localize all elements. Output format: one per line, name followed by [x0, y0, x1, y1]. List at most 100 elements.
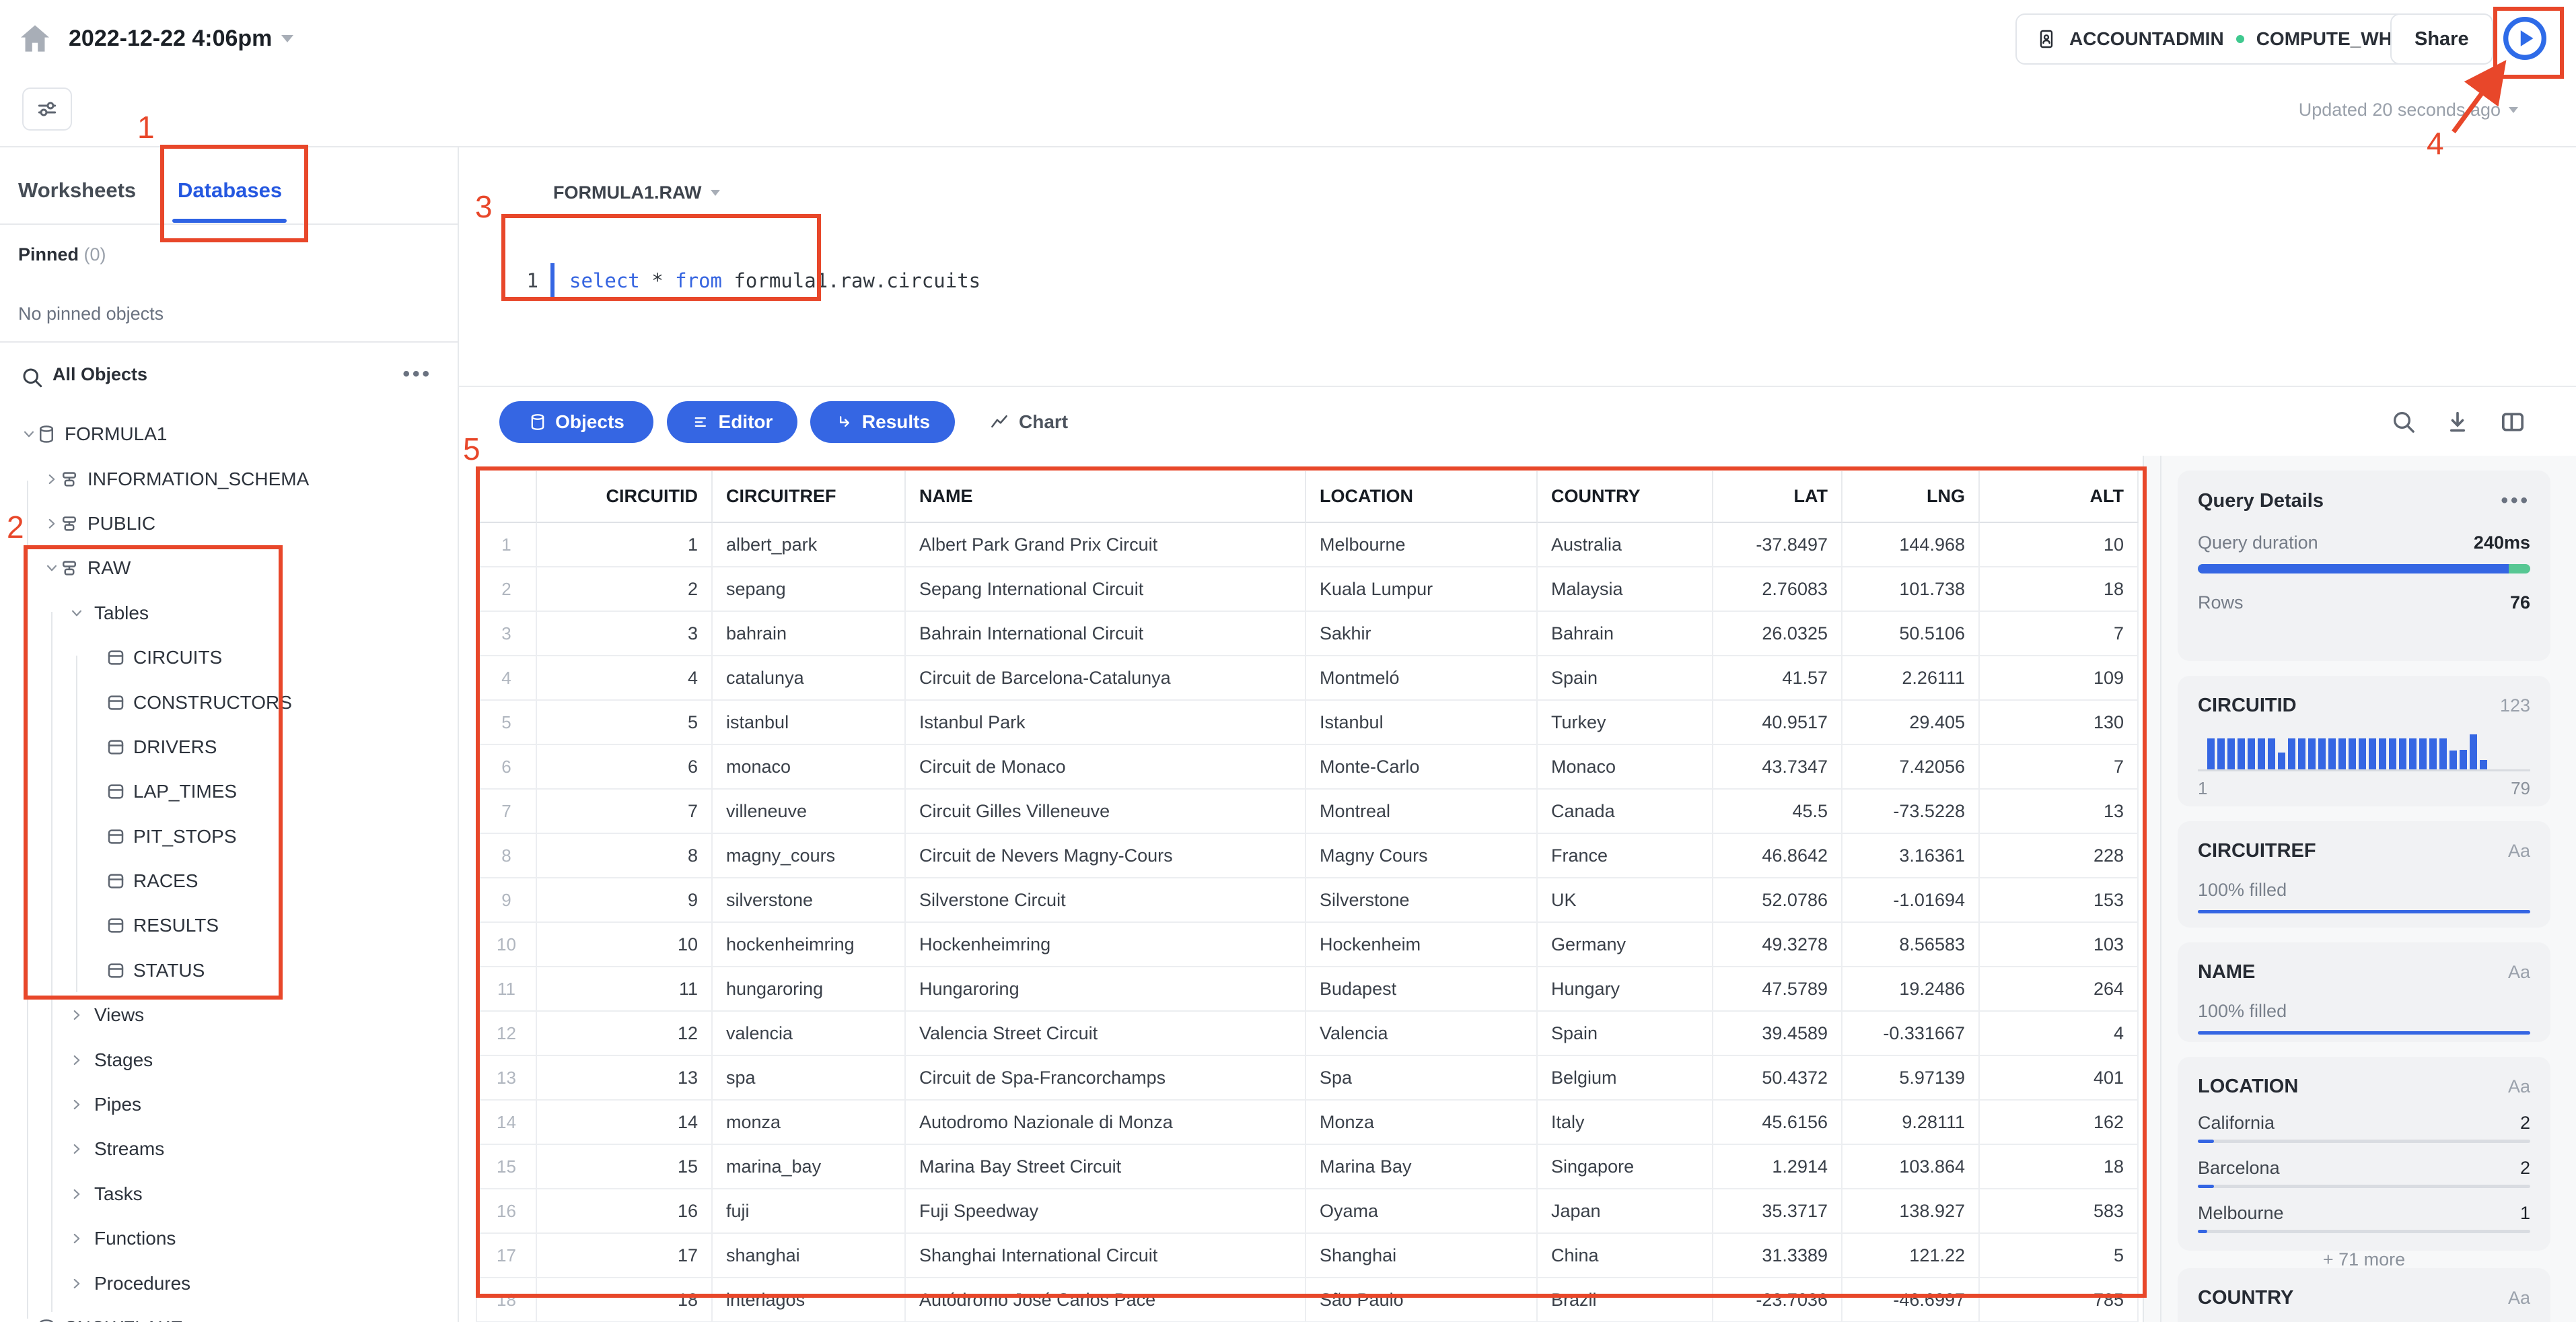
- tree-item-tables[interactable]: Tables: [0, 591, 458, 635]
- table-cell[interactable]: Melbourne: [1306, 523, 1538, 567]
- table-cell[interactable]: 785: [1980, 1278, 2139, 1322]
- tree-item-pipes[interactable]: Pipes: [0, 1082, 458, 1127]
- table-cell[interactable]: Monte-Carlo: [1306, 745, 1538, 790]
- home-icon[interactable]: [16, 20, 54, 58]
- table-cell[interactable]: sepang: [713, 567, 906, 612]
- table-cell[interactable]: France: [1538, 834, 1713, 878]
- table-cell[interactable]: villeneuve: [713, 790, 906, 834]
- table-cell[interactable]: 5: [1980, 1234, 2139, 1278]
- table-cell[interactable]: 43.7347: [1713, 745, 1842, 790]
- chevron-right-icon[interactable]: [68, 1006, 85, 1024]
- table-cell[interactable]: Magny Cours: [1306, 834, 1538, 878]
- tree-item-status[interactable]: STATUS: [0, 948, 458, 993]
- table-cell[interactable]: 10: [1980, 523, 2139, 567]
- table-cell[interactable]: Circuit de Monaco: [906, 745, 1306, 790]
- table-cell[interactable]: Circuit de Barcelona-Catalunya: [906, 656, 1306, 701]
- chevron-right-icon[interactable]: [43, 471, 61, 488]
- table-cell[interactable]: monaco: [713, 745, 906, 790]
- table-cell[interactable]: Autódromo José Carlos Pace: [906, 1278, 1306, 1322]
- table-cell[interactable]: 103.864: [1842, 1145, 1980, 1189]
- share-button[interactable]: Share: [2390, 13, 2493, 65]
- table-cell[interactable]: 2: [537, 567, 713, 612]
- query-details-menu-icon[interactable]: •••: [2501, 489, 2530, 512]
- table-cell[interactable]: fuji: [713, 1189, 906, 1234]
- table-cell[interactable]: Belgium: [1538, 1056, 1713, 1101]
- tree-item-stages[interactable]: Stages: [0, 1037, 458, 1082]
- table-cell[interactable]: Marina Bay: [1306, 1145, 1538, 1189]
- table-cell[interactable]: 15: [537, 1145, 713, 1189]
- table-cell[interactable]: 16: [537, 1189, 713, 1234]
- table-cell[interactable]: 8: [537, 834, 713, 878]
- table-cell[interactable]: Turkey: [1538, 701, 1713, 745]
- column-header-circuitref[interactable]: CIRCUITREF: [713, 471, 906, 523]
- tree-item-circuits[interactable]: CIRCUITS: [0, 635, 458, 680]
- table-cell[interactable]: 583: [1980, 1189, 2139, 1234]
- table-cell[interactable]: Circuit de Spa-Francorchamps: [906, 1056, 1306, 1101]
- tree-item-raw[interactable]: RAW: [0, 546, 458, 590]
- table-cell[interactable]: Malaysia: [1538, 567, 1713, 612]
- table-cell[interactable]: 18: [1980, 1145, 2139, 1189]
- more-options-icon[interactable]: •••: [402, 363, 432, 386]
- tree-item-snowflake[interactable]: SNOWFLAKE: [0, 1306, 458, 1322]
- table-cell[interactable]: China: [1538, 1234, 1713, 1278]
- toolbar-button-chart[interactable]: Chart: [989, 401, 1068, 443]
- table-cell[interactable]: Marina Bay Street Circuit: [906, 1145, 1306, 1189]
- table-cell[interactable]: Spa: [1306, 1056, 1538, 1101]
- table-cell[interactable]: 5.97139: [1842, 1056, 1980, 1101]
- table-cell[interactable]: Bahrain: [1538, 612, 1713, 656]
- table-cell[interactable]: 31.3389: [1713, 1234, 1842, 1278]
- table-cell[interactable]: shanghai: [713, 1234, 906, 1278]
- table-cell[interactable]: istanbul: [713, 701, 906, 745]
- table-cell[interactable]: 4: [537, 656, 713, 701]
- table-cell[interactable]: -0.331667: [1842, 1012, 1980, 1056]
- column-header-circuitid[interactable]: CIRCUITID: [537, 471, 713, 523]
- table-cell[interactable]: -1.01694: [1842, 878, 1980, 923]
- context-selector[interactable]: ACCOUNTADMIN COMPUTE_WH: [2015, 13, 2412, 65]
- table-cell[interactable]: -46.6997: [1842, 1278, 1980, 1322]
- table-cell[interactable]: 35.3717: [1713, 1189, 1842, 1234]
- table-cell[interactable]: UK: [1538, 878, 1713, 923]
- table-cell[interactable]: Circuit de Nevers Magny-Cours: [906, 834, 1306, 878]
- chevron-down-icon[interactable]: [43, 559, 61, 577]
- table-cell[interactable]: Valencia Street Circuit: [906, 1012, 1306, 1056]
- table-cell[interactable]: Montmeló: [1306, 656, 1538, 701]
- chevron-right-icon[interactable]: [68, 1185, 85, 1203]
- tree-item-streams[interactable]: Streams: [0, 1127, 458, 1171]
- table-cell[interactable]: 52.0786: [1713, 878, 1842, 923]
- tree-item-drivers[interactable]: DRIVERS: [0, 725, 458, 769]
- table-cell[interactable]: 103: [1980, 923, 2139, 967]
- tab-worksheets[interactable]: Worksheets: [18, 178, 136, 203]
- table-cell[interactable]: bahrain: [713, 612, 906, 656]
- table-cell[interactable]: Bahrain International Circuit: [906, 612, 1306, 656]
- table-cell[interactable]: Brazil: [1538, 1278, 1713, 1322]
- updated-status-dropdown[interactable]: Updated 20 seconds ago: [2299, 100, 2518, 120]
- table-cell[interactable]: 2.26111: [1842, 656, 1980, 701]
- table-cell[interactable]: 138.927: [1842, 1189, 1980, 1234]
- table-cell[interactable]: Budapest: [1306, 967, 1538, 1012]
- table-cell[interactable]: 18: [537, 1278, 713, 1322]
- table-cell[interactable]: 5: [537, 701, 713, 745]
- schema-context-dropdown[interactable]: FORMULA1.RAW: [553, 182, 721, 203]
- chevron-down-icon[interactable]: [20, 425, 38, 443]
- table-cell[interactable]: Istanbul Park: [906, 701, 1306, 745]
- table-cell[interactable]: silverstone: [713, 878, 906, 923]
- table-cell[interactable]: Sakhir: [1306, 612, 1538, 656]
- table-cell[interactable]: Spain: [1538, 656, 1713, 701]
- table-cell[interactable]: Silverstone Circuit: [906, 878, 1306, 923]
- table-cell[interactable]: 13: [1980, 790, 2139, 834]
- chevron-right-icon[interactable]: [68, 1275, 85, 1292]
- table-cell[interactable]: 144.968: [1842, 523, 1980, 567]
- table-cell[interactable]: Shanghai: [1306, 1234, 1538, 1278]
- table-cell[interactable]: 19.2486: [1842, 967, 1980, 1012]
- table-cell[interactable]: 10: [537, 923, 713, 967]
- table-cell[interactable]: Hockenheim: [1306, 923, 1538, 967]
- tree-item-procedures[interactable]: Procedures: [0, 1261, 458, 1305]
- tree-item-views[interactable]: Views: [0, 993, 458, 1037]
- table-cell[interactable]: 1: [537, 523, 713, 567]
- table-cell[interactable]: hockenheimring: [713, 923, 906, 967]
- table-cell[interactable]: 109: [1980, 656, 2139, 701]
- table-cell[interactable]: 50.4372: [1713, 1056, 1842, 1101]
- table-cell[interactable]: Australia: [1538, 523, 1713, 567]
- table-cell[interactable]: Albert Park Grand Prix Circuit: [906, 523, 1306, 567]
- table-cell[interactable]: -37.8497: [1713, 523, 1842, 567]
